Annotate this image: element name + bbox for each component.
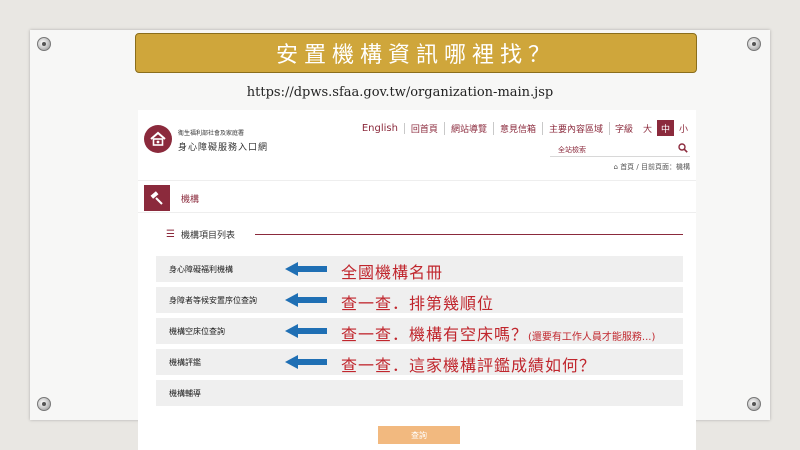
list-heading: ☰ 機構項目列表 <box>166 228 235 241</box>
font-size-label: 字級 <box>614 124 633 135</box>
list-item-label: 身障者等候安置序位查詢 <box>169 296 257 305</box>
annotation-text: 查一查．機構有空床嗎？(還要有工作人員才能服務...) <box>341 321 655 345</box>
gavel-icon <box>144 185 170 211</box>
home-icon <box>150 131 166 146</box>
pushpin-icon <box>747 397 761 411</box>
annotation-text: 全國機構名冊 <box>341 259 443 283</box>
left-arrow-icon <box>285 262 327 276</box>
site-search-input[interactable]: 全站檢索 <box>550 143 690 157</box>
pushpin-icon <box>747 37 761 51</box>
font-size-large-button[interactable]: 大 <box>639 120 656 136</box>
annotation-main: 查一查．機構有空床嗎？ <box>341 325 529 344</box>
org-name: 衛生福利部社會及家庭署 <box>178 130 245 137</box>
list-item-label: 機構輔導 <box>169 389 201 398</box>
page-title-bar: 機構 <box>138 180 696 213</box>
site-header: 衛生福利部社會及家庭署 身心障礙服務入口網 English 回首頁 網站導覽 意… <box>138 110 696 180</box>
top-navigation: English 回首頁 網站導覽 意見信箱 主要內容區域 字級 大 中 小 <box>356 120 692 136</box>
annotation-text: 查一查．排第幾順位 <box>341 290 494 314</box>
nav-main-content[interactable]: 主要內容區域 <box>543 121 610 135</box>
annotation-main: 全國機構名冊 <box>341 263 444 282</box>
site-logo[interactable] <box>144 125 172 153</box>
search-placeholder: 全站檢索 <box>558 146 586 154</box>
annotation-small: (還要有工作人員才能服務...) <box>528 332 656 343</box>
pushpin-icon <box>37 397 51 411</box>
annotation-text: 查一查．這家機構評鑑成績如何？ <box>341 352 596 376</box>
breadcrumb-text: 首頁 / 目前頁面：機構 <box>620 163 690 171</box>
query-button[interactable]: 查詢 <box>378 426 460 444</box>
list-icon: ☰ <box>166 229 175 240</box>
page-title: 機構 <box>181 195 200 205</box>
search-icon[interactable] <box>678 143 688 153</box>
annotation-main: 查一查．排第幾順位 <box>341 294 495 313</box>
nav-feedback[interactable]: 意見信箱 <box>494 121 543 135</box>
left-arrow-icon <box>285 293 327 307</box>
font-size-small-button[interactable]: 小 <box>675 120 692 136</box>
source-url: https://dpws.sfaa.gov.tw/organization-ma… <box>246 85 554 100</box>
left-arrow-icon <box>285 324 327 338</box>
list-item-label: 身心障礙福利機構 <box>169 265 233 274</box>
list-item-label: 機構空床位查詢 <box>169 327 225 336</box>
portal-name: 身心障礙服務入口網 <box>178 143 269 153</box>
list-item-label: 機構評鑑 <box>169 358 201 367</box>
breadcrumb: ⌂ 首頁 / 目前頁面：機構 <box>614 162 691 172</box>
pushpin-icon <box>37 37 51 51</box>
nav-home[interactable]: 回首頁 <box>405 121 445 135</box>
nav-sitemap[interactable]: 網站導覽 <box>445 121 494 135</box>
list-heading-text: 機構項目列表 <box>180 231 235 241</box>
heading-divider <box>255 234 683 235</box>
list-item[interactable]: 機構輔導 <box>156 380 683 406</box>
home-small-icon: ⌂ <box>613 163 618 171</box>
left-arrow-icon <box>285 355 327 369</box>
slide-title: 安置機構資訊哪裡找？ <box>135 33 697 73</box>
font-size-medium-button[interactable]: 中 <box>657 120 674 136</box>
annotation-main: 查一查．這家機構評鑑成績如何？ <box>341 356 597 375</box>
nav-english[interactable]: English <box>356 122 405 134</box>
